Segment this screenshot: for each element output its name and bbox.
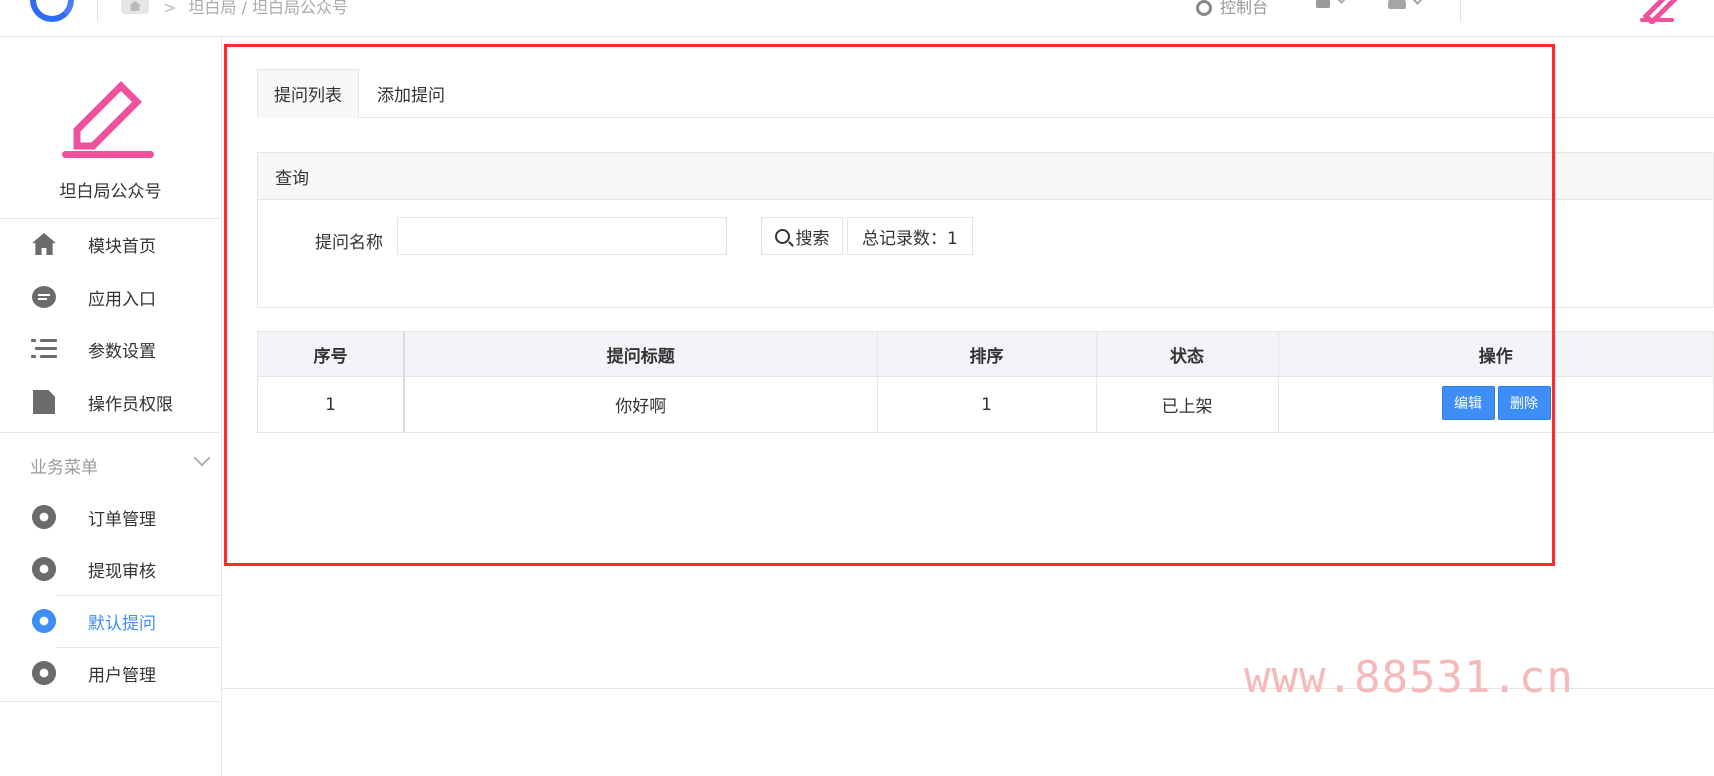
document-edit-icon: [33, 390, 55, 414]
edit-button[interactable]: 编辑: [1441, 386, 1495, 420]
sidebar-item-label: 订单管理: [88, 509, 156, 530]
sidebar-item-label: 参数设置: [88, 341, 156, 362]
gear-icon: [27, 656, 61, 690]
sidebar-item-user-management[interactable]: 用户管理: [0, 647, 221, 699]
tab-add-question[interactable]: 添加提问: [361, 69, 461, 117]
watermark-text: www.88531.cn: [1244, 652, 1574, 703]
chat-icon: [32, 286, 56, 308]
home-icon: [129, 1, 141, 11]
query-title: 查询: [258, 153, 1713, 200]
question-name-label: 提问名称: [315, 233, 383, 253]
top-bar: > 坦白局 / 坦白局公众号 控制台: [0, 0, 1714, 37]
chevron-right-icon: >: [163, 0, 177, 17]
sidebar-item-label: 默认提问: [88, 613, 156, 634]
console-link[interactable]: 控制台: [1196, 0, 1268, 18]
cell-title: 你好啊: [404, 376, 878, 432]
pencil-icon: [62, 81, 154, 158]
sidebar-item-module-home[interactable]: 模块首页: [0, 218, 221, 270]
user-menu-button[interactable]: [1388, 0, 1424, 9]
gear-icon: [27, 604, 61, 638]
table-header-row: 序号 提问标题 排序 状态 操作: [258, 332, 1713, 377]
gear-icon: [27, 552, 61, 586]
list-icon: [31, 338, 57, 360]
sidebar: 坦白局公众号 模块首页 应用入口 参数设置 操作员权限 业务菜单 订单管理 提现…: [0, 37, 222, 776]
home-button[interactable]: [121, 0, 149, 14]
chevron-down-icon[interactable]: [193, 449, 211, 467]
top-divider: [1460, 0, 1461, 22]
dashboard-icon: [1196, 0, 1212, 16]
tab-question-list[interactable]: 提问列表: [257, 69, 359, 118]
column-header-status: 状态: [1096, 332, 1279, 377]
question-name-input[interactable]: [397, 217, 727, 255]
cell-status: 已上架: [1096, 376, 1279, 432]
sidebar-item-default-questions[interactable]: 默认提问: [0, 595, 221, 647]
bell-icon: [1316, 0, 1330, 8]
question-table: 序号 提问标题 排序 状态 操作 1 你好啊 1 已上架 编辑 删除: [257, 331, 1714, 433]
sidebar-item-label: 用户管理: [88, 665, 156, 686]
table-row: 1 你好啊 1 已上架 编辑 删除: [258, 376, 1713, 433]
top-divider: [97, 0, 98, 22]
sidebar-divider: [0, 432, 221, 433]
group-title[interactable]: 业务菜单: [30, 453, 98, 478]
pencil-icon[interactable]: [1638, 0, 1688, 24]
search-button[interactable]: 搜索: [761, 217, 843, 255]
breadcrumb-text[interactable]: 坦白局 / 坦白局公众号: [188, 0, 348, 17]
total-records: 总记录数：1: [847, 217, 973, 255]
column-header-index: 序号: [258, 332, 405, 377]
home-icon: [32, 233, 56, 255]
sidebar-item-order-management[interactable]: 订单管理: [0, 491, 221, 543]
cell-sort: 1: [877, 376, 1097, 432]
caret-down-icon: [1335, 0, 1348, 4]
notifications-button[interactable]: [1316, 0, 1348, 8]
sidebar-item-label: 应用入口: [88, 289, 156, 310]
column-header-sort: 排序: [877, 332, 1097, 377]
caret-down-icon: [1411, 0, 1424, 5]
column-header-actions: 操作: [1278, 332, 1713, 377]
breadcrumb: > 坦白局 / 坦白局公众号: [163, 0, 348, 18]
cell-index: 1: [258, 376, 405, 432]
console-label: 控制台: [1220, 0, 1269, 17]
column-header-title: 提问标题: [404, 332, 878, 377]
sidebar-item-settings[interactable]: 参数设置: [0, 323, 221, 375]
brand-name: 坦白局公众号: [59, 182, 162, 202]
sidebar-divider: [0, 701, 221, 702]
sidebar-item-label: 操作员权限: [88, 394, 173, 415]
search-icon: [774, 228, 790, 244]
sidebar-item-withdraw-review[interactable]: 提现审核: [0, 543, 221, 595]
gear-icon: [27, 500, 61, 534]
search-button-label: 搜索: [795, 228, 830, 249]
sidebar-item-app-entry[interactable]: 应用入口: [0, 271, 221, 323]
sidebar-item-operator-permissions[interactable]: 操作员权限: [0, 376, 221, 428]
sidebar-item-label: 提现审核: [88, 561, 156, 582]
sidebar-item-label: 模块首页: [88, 236, 156, 257]
delete-button[interactable]: 删除: [1497, 386, 1551, 420]
query-panel: 查询 提问名称 搜索 总记录数：1: [257, 152, 1714, 308]
tab-bar: 提问列表 添加提问: [257, 69, 1714, 118]
cell-actions: 编辑 删除: [1278, 377, 1713, 433]
app-logo-icon[interactable]: [30, 0, 74, 22]
user-icon: [1388, 0, 1406, 9]
